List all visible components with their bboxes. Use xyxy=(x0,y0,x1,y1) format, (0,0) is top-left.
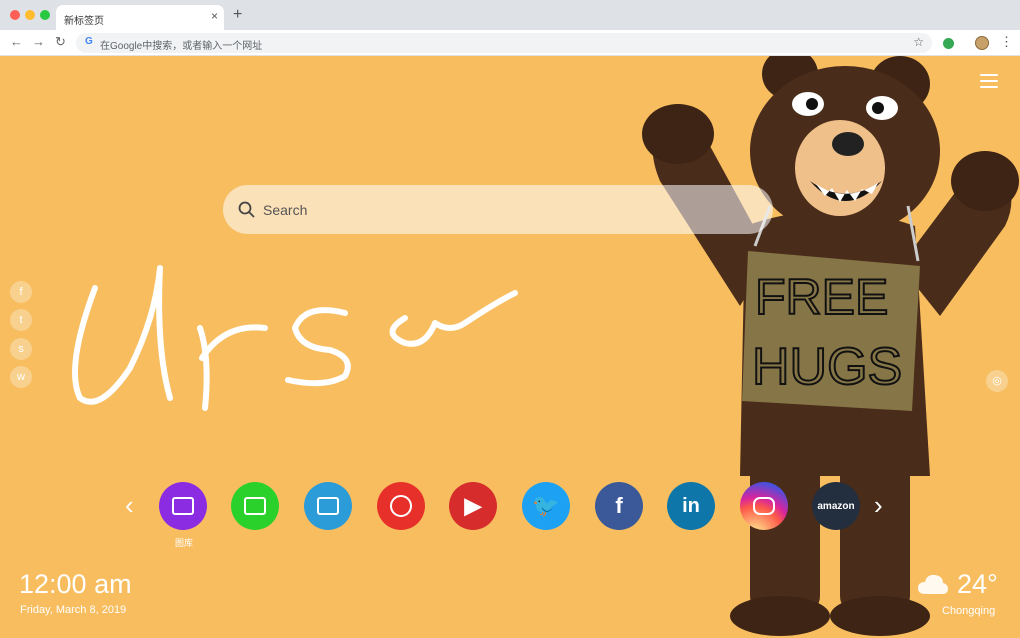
ursa-handwriting-logo xyxy=(72,265,518,411)
address-bar[interactable]: G 在Google中搜索，或者输入一个网址 ☆ xyxy=(76,33,932,53)
browser-menu-icon[interactable]: ⋮ xyxy=(1000,34,1013,50)
extension-icon[interactable] xyxy=(943,38,954,49)
profile-avatar[interactable] xyxy=(975,36,989,50)
gallery-icon xyxy=(172,497,194,515)
cloud-icon xyxy=(918,574,948,594)
window-close-button[interactable] xyxy=(10,10,20,20)
snapchat-icon[interactable]: s xyxy=(10,338,32,360)
search-icon xyxy=(238,201,255,218)
notes-icon xyxy=(244,497,266,515)
clock-date: Friday, March 8, 2019 xyxy=(20,604,127,616)
browser-toolbar: ← → ↻ G 在Google中搜索，或者输入一个网址 ☆ ⋮ xyxy=(0,30,1020,56)
app-amazon-button[interactable]: amazon xyxy=(812,482,860,530)
gallery-label: 图库 xyxy=(174,538,193,548)
clock-time: 12:00 am xyxy=(19,569,132,599)
app-editor-button[interactable] xyxy=(304,482,352,530)
app-twitter-button[interactable]: 🐦 xyxy=(522,482,570,530)
dock-next-arrow[interactable]: › xyxy=(874,490,883,520)
youtube-icon: ▶ xyxy=(464,493,482,518)
window-maximize-button[interactable] xyxy=(40,10,50,20)
search-input[interactable] xyxy=(263,198,743,222)
reload-icon[interactable]: ↻ xyxy=(55,34,66,50)
sign-text-line2: HUGS xyxy=(752,338,902,396)
tab-new-tab[interactable]: 新标签页 × xyxy=(56,5,224,30)
games-icon xyxy=(390,495,412,517)
app-youtube-button[interactable]: ▶ xyxy=(449,482,497,530)
app-facebook-button[interactable]: f xyxy=(595,482,643,530)
app-notes-button[interactable] xyxy=(231,482,279,530)
facebook-icon[interactable]: f xyxy=(10,281,32,303)
address-placeholder: 在Google中搜索，或者输入一个网址 xyxy=(100,41,263,52)
settings-badge-icon[interactable]: ◎ xyxy=(986,370,1008,392)
twitter-icon[interactable]: t xyxy=(10,309,32,331)
dock-prev-arrow[interactable]: ‹ xyxy=(125,490,134,520)
forward-icon[interactable]: → xyxy=(32,34,45,50)
search-box[interactable] xyxy=(223,185,773,234)
tab-bar: 新标签页 × + xyxy=(0,0,1020,30)
weather-temperature: 24° xyxy=(957,569,998,599)
hamburger-menu-icon[interactable] xyxy=(980,74,998,90)
instagram-icon xyxy=(753,497,775,515)
google-icon: G xyxy=(85,36,93,47)
app-linkedin-button[interactable]: in xyxy=(667,482,715,530)
close-tab-icon[interactable]: × xyxy=(211,9,218,23)
app-games-button[interactable] xyxy=(377,482,425,530)
bear-wallpaper: FREE HUGS xyxy=(642,56,1019,636)
wechat-icon[interactable]: w xyxy=(10,366,32,388)
new-tab-button[interactable]: + xyxy=(233,6,242,24)
app-gallery-button[interactable] xyxy=(159,482,207,530)
back-icon[interactable]: ← xyxy=(10,34,23,50)
facebook-icon: f xyxy=(615,493,623,518)
twitter-icon: 🐦 xyxy=(532,493,560,518)
editor-icon xyxy=(317,497,339,515)
linkedin-icon: in xyxy=(682,494,700,517)
bookmark-star-icon[interactable]: ☆ xyxy=(913,35,924,49)
sign-text-line1: FREE xyxy=(755,269,888,325)
app-instagram-button[interactable] xyxy=(740,482,788,530)
window-minimize-button[interactable] xyxy=(25,10,35,20)
weather-city: Chongqing xyxy=(942,605,996,617)
tab-title: 新标签页 xyxy=(64,16,104,27)
amazon-icon: amazon xyxy=(817,500,855,512)
